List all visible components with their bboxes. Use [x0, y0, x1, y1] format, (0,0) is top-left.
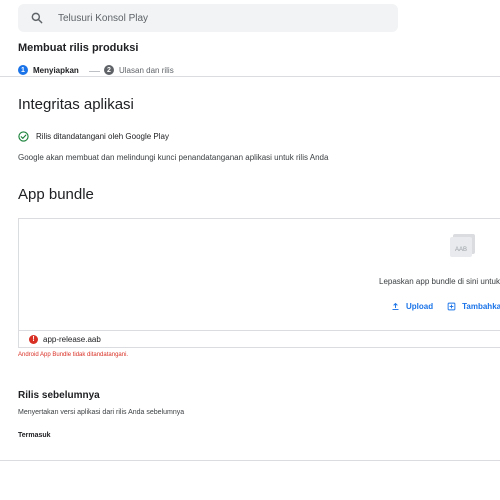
bundle-error-message: Android App Bundle tidak ditandatangani. [18, 352, 129, 358]
app-bundle-heading: App bundle [18, 186, 94, 203]
previous-releases-description: Menyertakan versi aplikasi dari rilis An… [18, 409, 185, 416]
search-bar[interactable]: Telusuri Konsol Play [18, 4, 398, 32]
check-circle-icon [18, 131, 29, 142]
upload-label: Upload [406, 302, 434, 311]
search-icon [31, 12, 43, 24]
dropzone-text: Lepaskan app bundle di sini untuk [379, 277, 500, 286]
library-add-icon [447, 302, 456, 311]
app-integrity-heading: Integritas aplikasi [18, 96, 134, 113]
signed-status-text: Rilis ditandatangani oleh Google Play [36, 132, 169, 141]
release-stepper: 1 Menyiapkan 2 Ulasan dan rilis [0, 62, 500, 77]
aab-file-icon: AAB [450, 234, 475, 257]
bundle-file-row[interactable]: ! app-release.aab [18, 331, 500, 348]
bundle-dropzone[interactable]: AAB Lepaskan app bundle di sini untuk Up… [18, 218, 500, 331]
page-title: Membuat rilis produksi [18, 42, 139, 54]
dropzone-actions: Upload Tambahkan [391, 302, 500, 311]
step-label: Ulasan dan rilis [119, 65, 174, 75]
step-label: Menyiapkan [33, 65, 79, 75]
bundle-file-name: app-release.aab [43, 334, 101, 344]
step-review-release[interactable]: 2 Ulasan dan rilis [104, 65, 174, 75]
upload-button[interactable]: Upload [391, 302, 433, 311]
section-divider [0, 460, 500, 461]
aab-file-label: AAB [455, 247, 467, 253]
previous-releases-heading: Rilis sebelumnya [18, 390, 100, 401]
app-integrity-description: Google akan membuat dan melindungi kunci… [18, 153, 329, 162]
search-input[interactable]: Telusuri Konsol Play [58, 13, 148, 24]
included-label: Termasuk [18, 432, 51, 439]
step-number: 2 [104, 65, 114, 75]
add-label: Tambahkan [462, 302, 500, 311]
signed-status: Rilis ditandatangani oleh Google Play [18, 131, 169, 142]
add-from-library-button[interactable]: Tambahkan [447, 302, 500, 311]
step-prepare[interactable]: 1 Menyiapkan [18, 65, 79, 75]
step-number: 1 [18, 65, 28, 75]
upload-icon [392, 302, 399, 310]
error-icon: ! [29, 334, 38, 344]
step-connector [89, 71, 100, 72]
